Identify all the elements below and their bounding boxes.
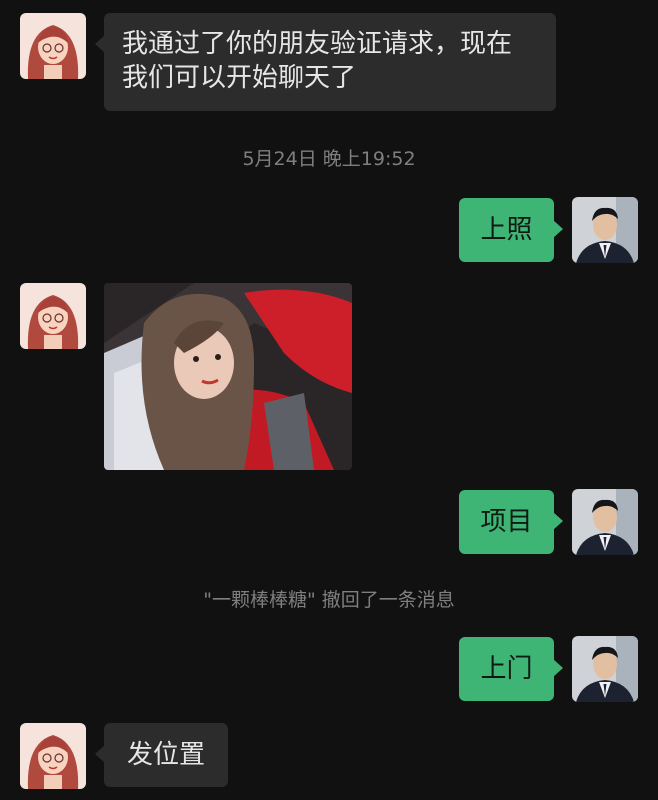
contact-avatar[interactable]: [20, 13, 86, 79]
man-avatar-icon: [572, 197, 638, 263]
girl-avatar-icon: [20, 283, 86, 349]
contact-avatar[interactable]: [20, 723, 86, 789]
message-text-line: 我通过了你的朋友验证请求，现在: [122, 29, 513, 59]
self-avatar[interactable]: [572, 636, 638, 702]
message-bubble-outgoing[interactable]: 上门: [459, 637, 563, 701]
message-text-line: 我们可以开始聊天了: [122, 63, 357, 93]
message-bubble-incoming[interactable]: 发位置: [95, 723, 228, 787]
girl-avatar-icon: [20, 13, 86, 79]
message-bubble-incoming[interactable]: 我通过了你的朋友验证请求，现在 我们可以开始聊天了: [95, 13, 556, 111]
timestamp: 5月24日 晚上19:52: [242, 148, 416, 170]
message-bubble-outgoing[interactable]: 上照: [459, 198, 563, 262]
contact-avatar[interactable]: [20, 283, 86, 349]
recall-notice: "一颗棒棒糖" 撤回了一条消息: [203, 589, 455, 611]
self-avatar[interactable]: [572, 197, 638, 263]
photo-message[interactable]: [104, 283, 352, 470]
self-avatar[interactable]: [572, 489, 638, 555]
girl-avatar-icon: [20, 723, 86, 789]
message-bubble-outgoing[interactable]: 项目: [459, 490, 563, 554]
selfie-photo-icon: [104, 283, 352, 470]
man-avatar-icon: [572, 489, 638, 555]
man-avatar-icon: [572, 636, 638, 702]
